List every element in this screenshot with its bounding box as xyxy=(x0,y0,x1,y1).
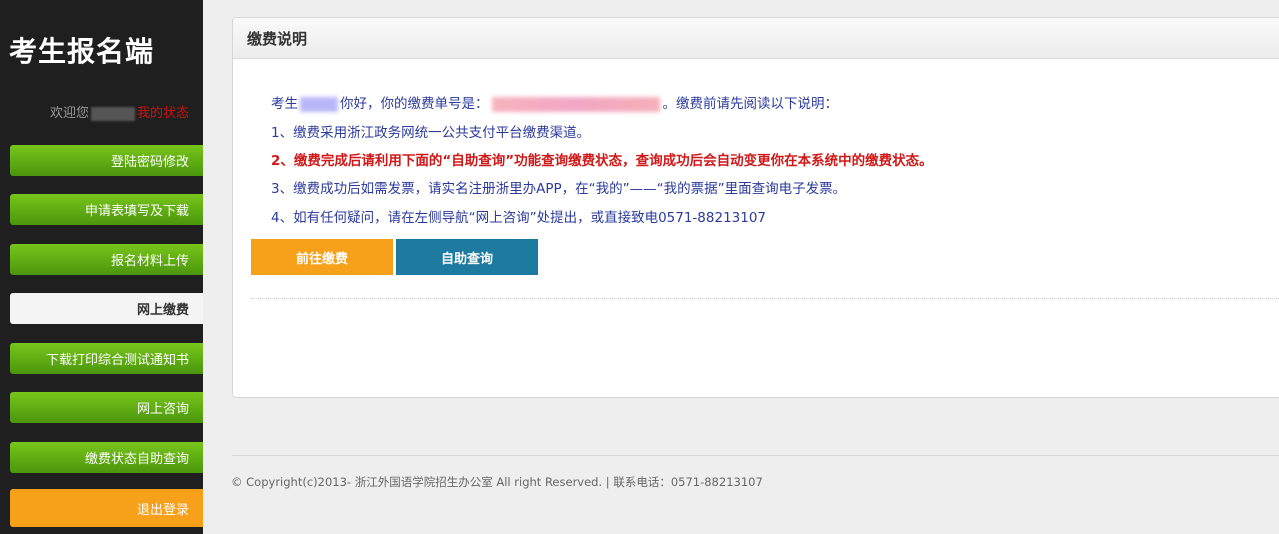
sidebar: 考生报名端 欢迎您 我的状态 登陆密码修改 申请表填写及下载 报名材料上传 网上缴… xyxy=(0,0,203,534)
panel-title: 缴费说明 xyxy=(233,18,1279,59)
footer-divider xyxy=(232,455,1279,456)
sidebar-item-upload-materials[interactable]: 报名材料上传 xyxy=(10,244,203,275)
welcome-text: 欢迎您 xyxy=(49,106,89,121)
sidebar-item-payment-status[interactable]: 缴费状态自助查询 xyxy=(10,442,203,473)
intro-line: 考生 你好，你的缴费单号是： 。缴费前请先阅读以下说明： xyxy=(271,92,838,112)
sidebar-item-change-password[interactable]: 登陆密码修改 xyxy=(10,145,203,176)
sidebar-item-online-consult[interactable]: 网上咨询 xyxy=(10,392,203,423)
footer-copyright: © Copyright(c)2013- 浙江外国语学院招生办公室 All rig… xyxy=(231,475,763,489)
sidebar-item-print-notice[interactable]: 下载打印综合测试通知书 xyxy=(10,343,203,374)
intro-prefix: 考生 xyxy=(271,96,298,112)
intro-suffix: 。缴费前请先阅读以下说明： xyxy=(662,96,839,112)
divider xyxy=(251,298,1279,299)
redacted-username xyxy=(90,106,135,121)
self-query-button[interactable]: 自助查询 xyxy=(396,239,538,275)
go-pay-button[interactable]: 前往缴费 xyxy=(251,239,393,275)
payment-instructions-panel: 缴费说明 考生 你好，你的缴费单号是： 。缴费前请先阅读以下说明： 1、缴费采用浙江… xyxy=(232,17,1279,398)
my-status-link[interactable]: 我的状态 xyxy=(137,106,189,121)
intro-mid: 你好，你的缴费单号是： xyxy=(340,96,489,112)
instruction-2: 2、缴费完成后请利用下面的“自助查询”功能查询缴费状态，查询成功后会自动变更你在… xyxy=(271,153,933,169)
sidebar-item-online-payment[interactable]: 网上缴费 xyxy=(10,293,203,324)
sidebar-item-application-form[interactable]: 申请表填写及下载 xyxy=(10,194,203,225)
redacted-candidate-name xyxy=(300,96,338,112)
sidebar-item-logout[interactable]: 退出登录 xyxy=(10,489,203,527)
app-title: 考生报名端 xyxy=(9,35,155,68)
instruction-1: 1、缴费采用浙江政务网统一公共支付平台缴费渠道。 xyxy=(271,125,591,141)
instruction-3: 3、缴费成功后如需发票，请实名注册浙里办APP，在“我的”——“我的票据”里面查… xyxy=(271,181,847,197)
instruction-4: 4、如有任何疑问，请在左侧导航“网上咨询”处提出，或直接致电0571-88213… xyxy=(271,210,767,226)
welcome-line: 欢迎您 我的状态 xyxy=(50,102,189,121)
redacted-payment-number xyxy=(491,96,660,112)
